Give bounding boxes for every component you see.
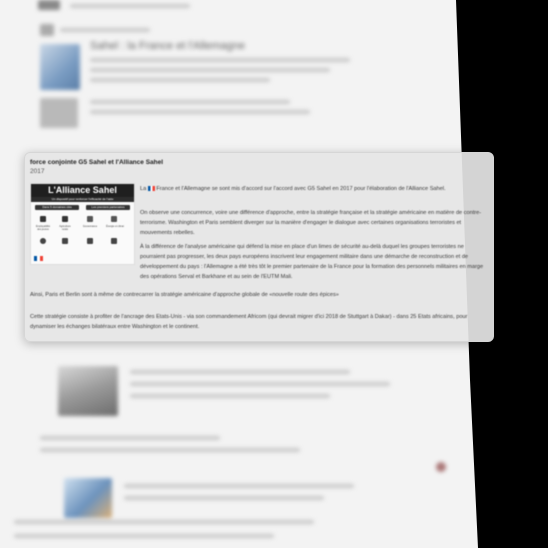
infographic-heading: L'Alliance Sahel bbox=[31, 184, 134, 198]
result-line bbox=[130, 394, 330, 398]
france-flag-icon bbox=[147, 186, 155, 192]
africa-map-icon bbox=[111, 238, 117, 244]
result-line bbox=[14, 520, 314, 524]
result-line bbox=[70, 4, 190, 8]
person-photo-thumbnail[interactable] bbox=[58, 366, 118, 416]
info-popup-card[interactable]: force conjointe G5 Sahel et l'Alliance S… bbox=[24, 152, 494, 342]
paragraph-5: Cette stratégie consiste à profiter de l… bbox=[30, 314, 468, 330]
paragraph-1: La France et l'Allemagne se sont mis d'a… bbox=[140, 184, 490, 194]
result-line bbox=[90, 110, 310, 114]
globe-icon bbox=[40, 238, 46, 244]
paragraph-prefix: La bbox=[140, 186, 148, 192]
paragraph-4: Ainsi, Paris et Berlin sont à même de co… bbox=[30, 292, 339, 298]
result-line bbox=[90, 58, 350, 62]
result-line bbox=[124, 484, 354, 488]
result-line bbox=[40, 448, 300, 452]
shield-icon bbox=[62, 238, 68, 244]
result-line bbox=[14, 534, 274, 538]
infographic-subheading: Un dispositif pour renforcer l'efficacit… bbox=[31, 197, 134, 202]
people-icon bbox=[40, 216, 46, 222]
paragraph-text: France et l'Allemagne se sont mis d'acco… bbox=[154, 186, 446, 192]
energy-icon bbox=[111, 216, 117, 222]
france-flag-icon bbox=[34, 256, 43, 261]
popup-year: 2017 bbox=[30, 168, 45, 175]
infographic-label: Employabilité des jeunes bbox=[35, 225, 51, 231]
briefcase-icon bbox=[62, 216, 68, 222]
infographic-label: Gouvernance bbox=[82, 225, 98, 228]
infographic-label: Agriculture rurale bbox=[59, 225, 71, 231]
infographic-label: Énergie et climat bbox=[106, 225, 124, 228]
hand-icon bbox=[87, 238, 93, 244]
result-line bbox=[124, 496, 324, 500]
result-thumbnail[interactable] bbox=[40, 24, 54, 36]
author-avatar-icon[interactable] bbox=[436, 462, 446, 472]
result-line bbox=[90, 100, 290, 104]
result-thumbnail[interactable] bbox=[38, 0, 60, 10]
result-line bbox=[90, 68, 330, 72]
result-line bbox=[60, 28, 150, 32]
infographic-tab-right: Les premiers partenaires bbox=[86, 205, 130, 210]
alliance-sahel-infographic[interactable]: L'Alliance Sahel Un dispositif pour renf… bbox=[30, 183, 135, 265]
result-title[interactable]: Sahel : la France et l'Allemagne bbox=[90, 40, 245, 52]
result-line bbox=[130, 370, 350, 374]
scale-icon bbox=[87, 216, 93, 222]
popup-title: force conjointe G5 Sahel et l'Alliance S… bbox=[30, 159, 164, 166]
paragraph-2: On observe une concurrence, voire une di… bbox=[140, 210, 482, 236]
result-line bbox=[40, 436, 220, 440]
map-thumbnail[interactable] bbox=[40, 44, 80, 90]
result-line bbox=[90, 78, 270, 82]
map-thumbnail[interactable] bbox=[64, 478, 112, 518]
paragraph-3: À la différence de l'analyse américaine … bbox=[140, 244, 484, 280]
infographic-tab-left: Dans 5 domaines clés bbox=[35, 205, 79, 210]
result-line bbox=[130, 382, 390, 386]
result-thumbnail[interactable] bbox=[40, 98, 78, 128]
